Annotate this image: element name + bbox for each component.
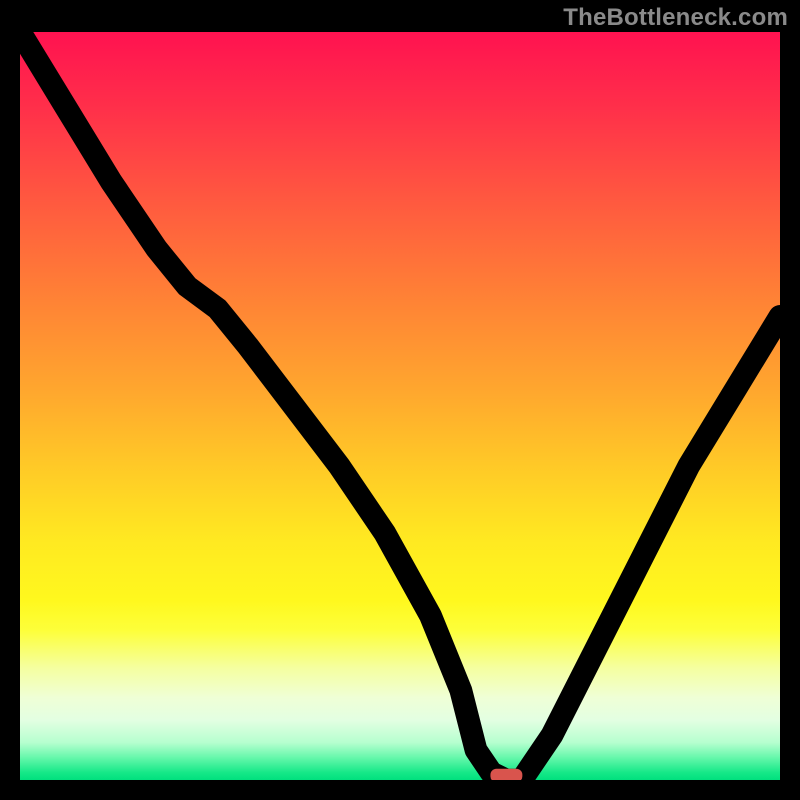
curve-path — [20, 32, 780, 780]
bottleneck-curve — [20, 32, 780, 780]
plot-area — [20, 32, 780, 780]
chart-frame: TheBottleneck.com — [0, 0, 800, 800]
watermark-text: TheBottleneck.com — [563, 4, 788, 32]
optimum-marker — [490, 769, 522, 780]
